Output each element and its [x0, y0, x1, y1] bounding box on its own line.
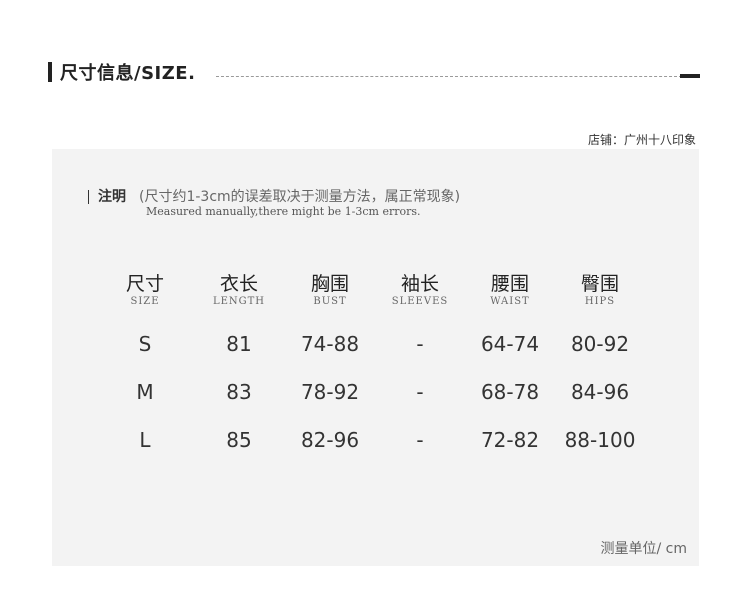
cell: 78-92: [300, 380, 360, 404]
header-en: LENGTH: [212, 296, 266, 307]
shop-label: 店铺：广州十八印象: [587, 133, 696, 147]
note-text-cn: (尺寸约1-3cm的误差取决于测量方法，属正常现象): [139, 189, 461, 205]
title-divider: [216, 76, 682, 77]
cell: 85: [226, 428, 252, 452]
header-cn: 衣长: [219, 273, 258, 295]
header-cn: 袖长: [400, 273, 439, 295]
cell: 74-88: [300, 332, 360, 356]
note-text-en: Measured manually,there might be 1-3cm e…: [146, 205, 421, 218]
cell: 84-96: [570, 380, 630, 404]
cell: 72-82: [480, 428, 540, 452]
cell: 68-78: [480, 380, 540, 404]
unit-label: 测量单位/ cm: [600, 541, 687, 557]
title-end-marker: [680, 74, 700, 78]
header-cn: 臀围: [580, 273, 619, 295]
cell: L: [139, 428, 151, 452]
header-en: WAIST: [490, 296, 530, 307]
cell: -: [416, 332, 424, 356]
cell: 88-100: [564, 428, 636, 452]
header-en: HIPS: [584, 296, 616, 307]
header-en: SIZE: [130, 296, 160, 307]
cell: M: [136, 380, 154, 404]
note-label: 注明: [98, 189, 126, 205]
header-en: BUST: [313, 296, 347, 307]
cell: -: [416, 380, 424, 404]
header-cn: 腰围: [490, 273, 529, 295]
note-marker: [88, 190, 89, 204]
size-panel: 注明 (尺寸约1-3cm的误差取决于测量方法，属正常现象) Measured m…: [52, 149, 699, 566]
title-marker: [48, 62, 52, 82]
cell: 64-74: [480, 332, 540, 356]
header-cn: 尺寸: [125, 273, 164, 295]
cell: S: [138, 332, 152, 356]
cell: 80-92: [570, 332, 630, 356]
header-cn: 胸围: [310, 273, 349, 295]
header-en: SLEEVES: [391, 296, 449, 307]
cell: -: [416, 428, 424, 452]
cell: 82-96: [300, 428, 360, 452]
page-title: 尺寸信息/SIZE.: [60, 63, 196, 84]
cell: 83: [226, 380, 252, 404]
cell: 81: [226, 332, 252, 356]
